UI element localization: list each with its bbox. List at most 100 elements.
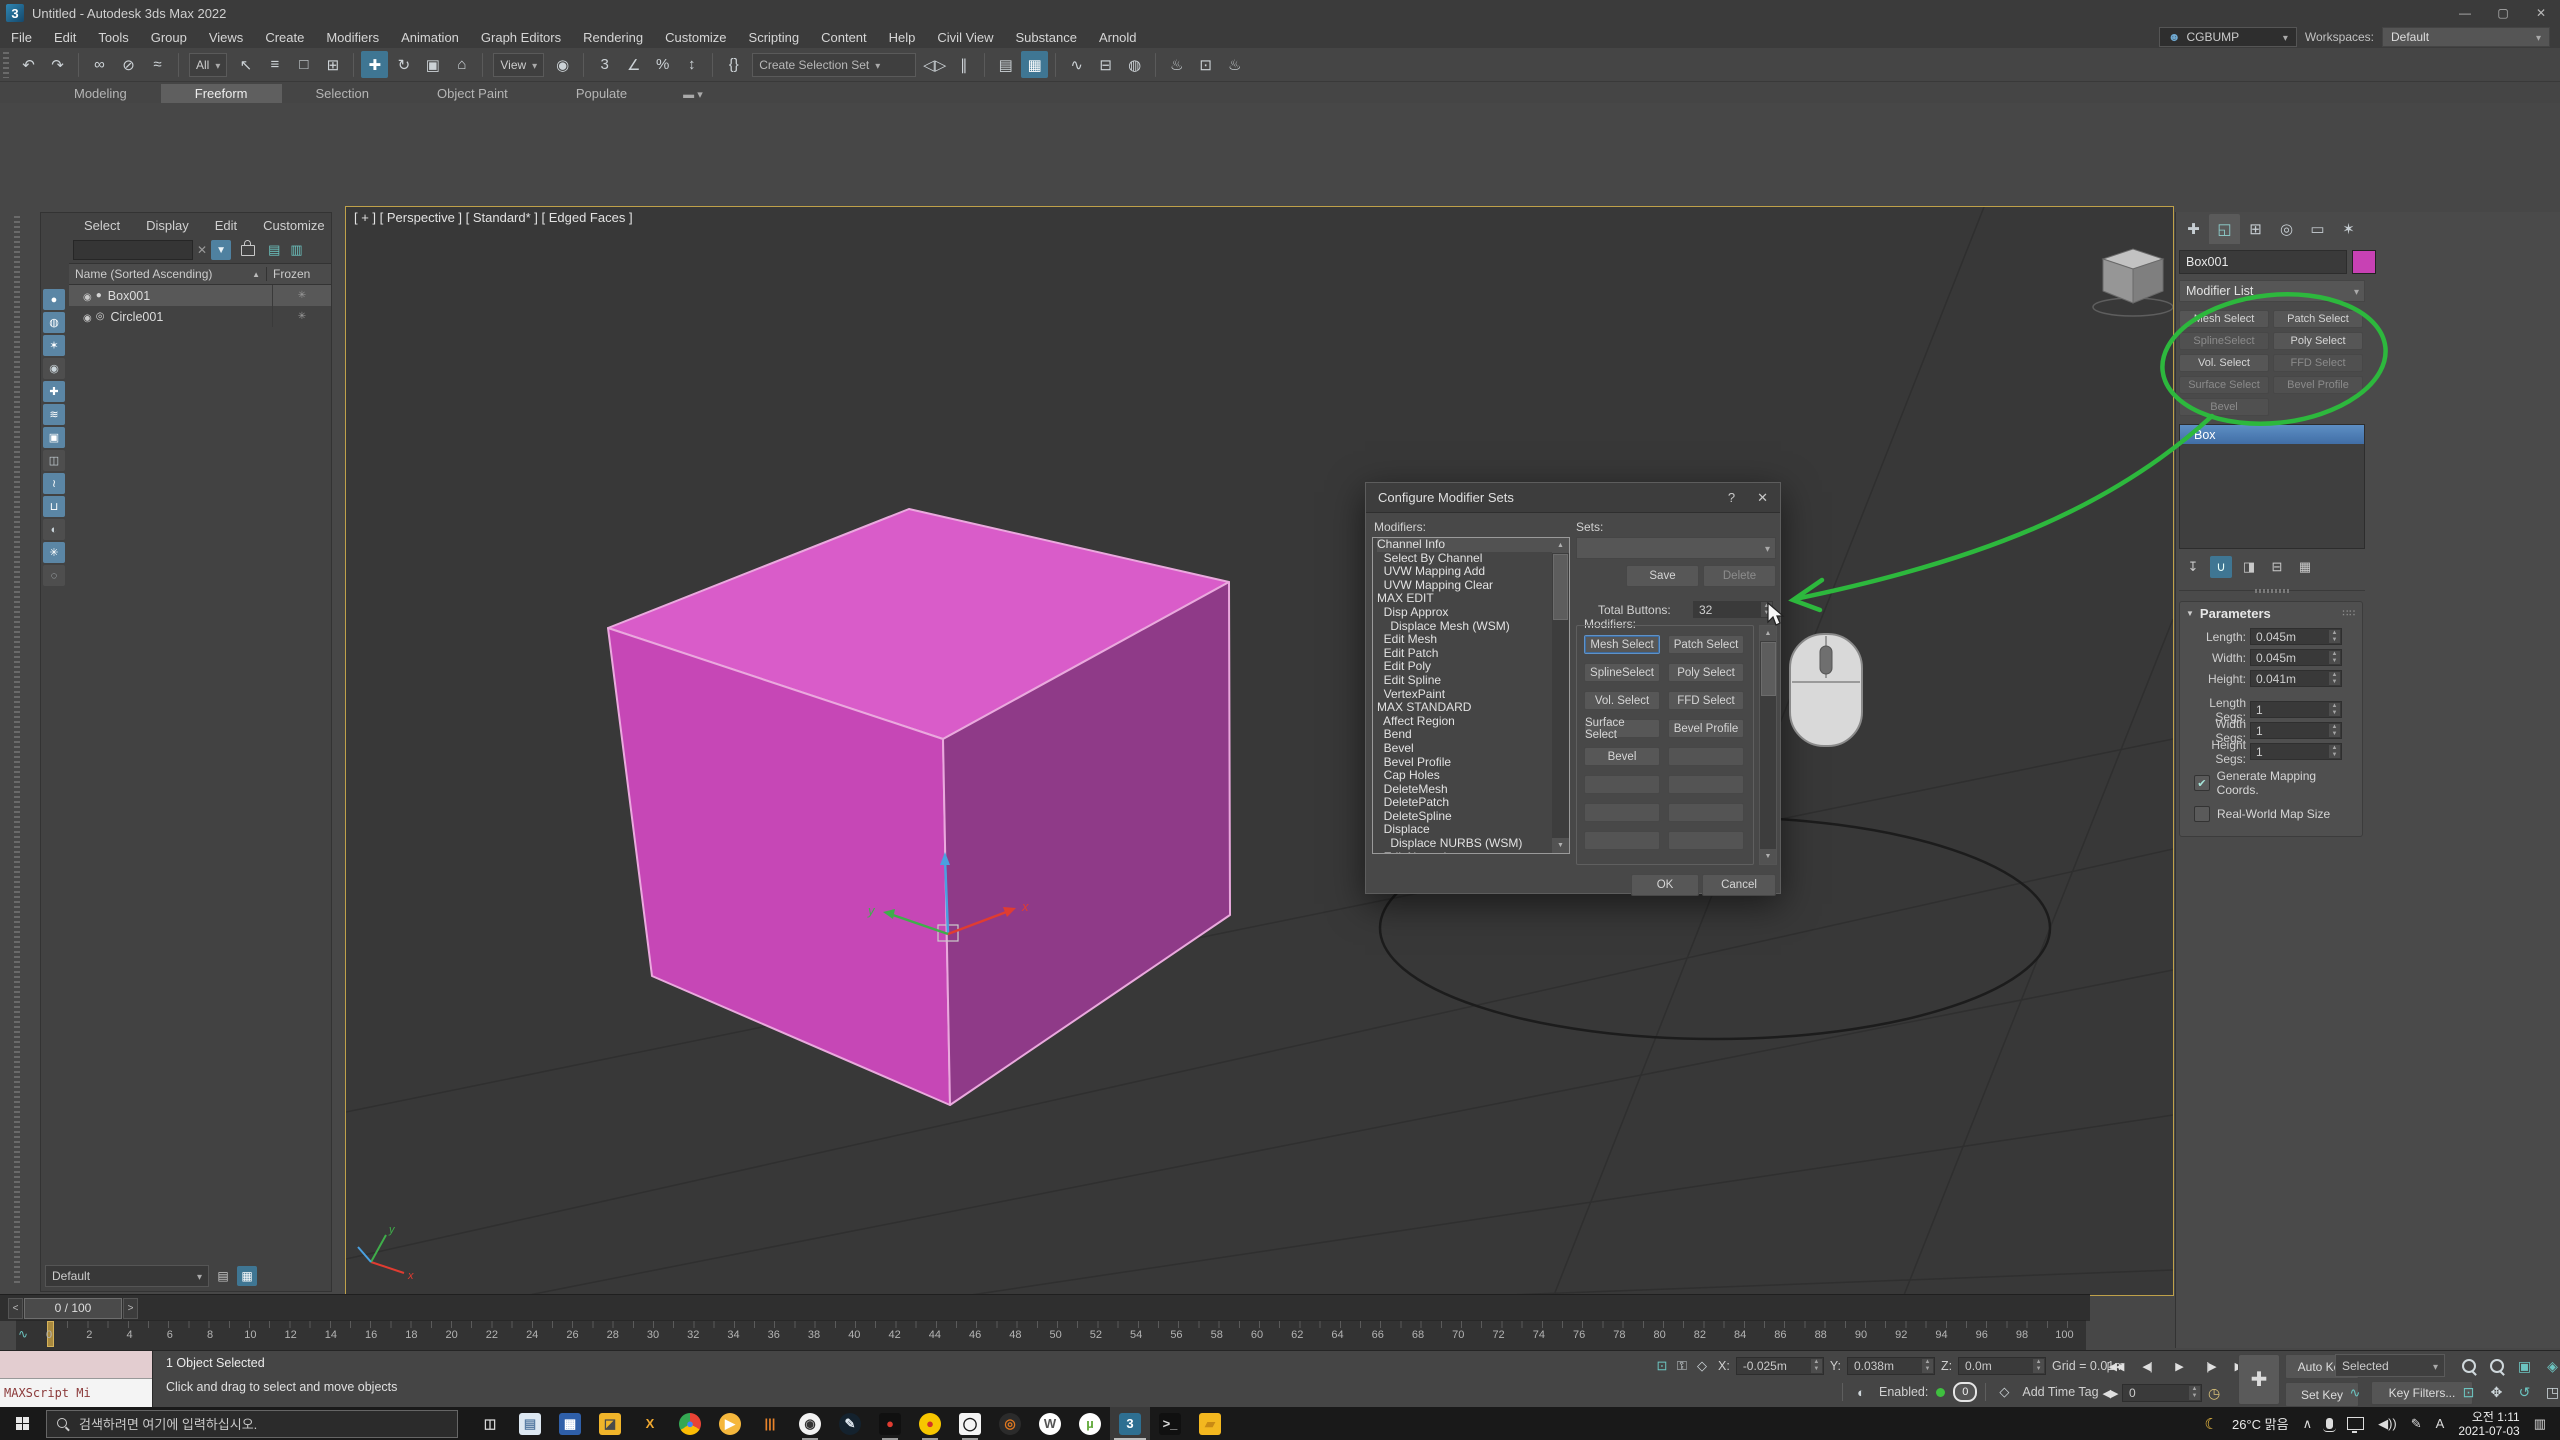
checkbox-row[interactable]: Real-World Map Size bbox=[2194, 806, 2358, 822]
modifier-slot-button[interactable] bbox=[1584, 775, 1660, 794]
viewport-label[interactable]: [ + ] [ Perspective ] [ Standard* ] [ Ed… bbox=[354, 210, 633, 225]
menu-item[interactable]: File bbox=[0, 30, 43, 45]
select-by-name-icon[interactable]: ≡ bbox=[261, 51, 288, 78]
toolbar-icon[interactable] bbox=[583, 53, 584, 77]
visibility-eye-icon[interactable] bbox=[69, 310, 96, 324]
total-buttons-field[interactable]: 32 bbox=[1693, 601, 1773, 618]
schematic-view-icon[interactable]: ⊟ bbox=[1092, 51, 1119, 78]
selection-filter-dropdown[interactable]: All bbox=[189, 53, 227, 77]
listener-label[interactable]: MAXScript Mi bbox=[0, 1379, 152, 1407]
make-unique-icon[interactable]: ◨ bbox=[2238, 556, 2260, 578]
toolbar-icon[interactable] bbox=[353, 53, 354, 77]
modifier-slot-button[interactable]: Surface Select bbox=[1584, 719, 1660, 738]
modifier-list-item[interactable]: Edit Poly bbox=[1377, 660, 1556, 674]
display-tab[interactable]: ▭ bbox=[2302, 214, 2333, 244]
material-editor-icon[interactable]: ◍ bbox=[1121, 51, 1148, 78]
modifier-slot-button[interactable]: Mesh Select bbox=[1584, 635, 1660, 654]
sets-dropdown[interactable] bbox=[1576, 537, 1776, 559]
recorder-app-icon[interactable]: ● bbox=[910, 1407, 950, 1440]
key-step-icon[interactable]: ◀▶ bbox=[2100, 1381, 2120, 1405]
curve-editor-icon[interactable]: ∿ bbox=[1063, 51, 1090, 78]
filter-xrefs-icon[interactable]: ◫ bbox=[43, 450, 65, 471]
menu-item[interactable]: Graph Editors bbox=[470, 30, 572, 45]
menu-item[interactable]: Scripting bbox=[738, 30, 811, 45]
time-configuration-icon[interactable]: ◷ bbox=[2208, 1385, 2220, 1402]
expand-tree-icon[interactable]: ▥ bbox=[290, 242, 302, 258]
calculator-icon[interactable]: ▦ bbox=[550, 1407, 590, 1440]
spinner-icon[interactable] bbox=[1811, 1359, 1822, 1373]
start-button[interactable] bbox=[0, 1407, 46, 1440]
filter-icon[interactable] bbox=[211, 240, 231, 260]
weather-text[interactable]: 26°C 맑음 bbox=[2232, 1414, 2289, 1433]
frozen-toggle-icon[interactable] bbox=[272, 306, 331, 327]
parameter-field[interactable]: 1 bbox=[2250, 701, 2342, 718]
align-icon[interactable]: ∥ bbox=[950, 51, 977, 78]
explorer-search-input[interactable] bbox=[73, 240, 193, 260]
modifier-slot-button[interactable]: Poly Select bbox=[1668, 663, 1744, 682]
set-keys-button[interactable]: ✚ bbox=[2238, 1354, 2280, 1405]
menu-item[interactable]: Substance bbox=[1005, 30, 1088, 45]
reference-coordinate-dropdown[interactable]: View bbox=[493, 53, 544, 77]
z-coordinate-field[interactable]: 0.0m bbox=[1958, 1357, 2046, 1375]
select-and-move-icon[interactable]: ✚ bbox=[361, 51, 388, 78]
clear-search-icon[interactable]: ✕ bbox=[197, 243, 207, 257]
zoom-extents-icon[interactable]: ▣ bbox=[2512, 1354, 2537, 1378]
pen-icon[interactable]: ✎ bbox=[2411, 1416, 2422, 1432]
modify-tab[interactable]: ◱ bbox=[2209, 214, 2240, 244]
ribbon-tab[interactable]: Object Paint bbox=[403, 84, 542, 103]
filter-cameras-icon[interactable]: ◉ bbox=[43, 358, 65, 379]
column-header-name[interactable]: Name (Sorted Ascending) bbox=[69, 267, 266, 281]
modifier-slot-button[interactable]: Bevel bbox=[1584, 747, 1660, 766]
modifier-slot-button[interactable] bbox=[1584, 831, 1660, 850]
modifier-list-item[interactable]: Bend bbox=[1377, 728, 1556, 742]
spinner-icon[interactable] bbox=[1922, 1359, 1933, 1373]
ribbon-tab[interactable]: Selection bbox=[282, 84, 403, 103]
play-icon[interactable]: ▶ bbox=[2164, 1354, 2194, 1378]
modifier-set-button[interactable]: Surface Select bbox=[2179, 376, 2269, 394]
xmind-icon[interactable]: X bbox=[630, 1407, 670, 1440]
modifier-list-item[interactable]: Edit Normals bbox=[1377, 851, 1556, 854]
listener-macro-line[interactable] bbox=[0, 1351, 152, 1379]
menu-item[interactable]: Modifiers bbox=[315, 30, 390, 45]
toolbar-icon[interactable] bbox=[1055, 53, 1056, 77]
modifier-list-item[interactable]: DeleteSpline bbox=[1377, 810, 1556, 824]
modifier-list-item[interactable]: Affect Region bbox=[1377, 715, 1556, 729]
visibility-eye-icon[interactable] bbox=[69, 289, 96, 303]
object-name-field[interactable]: Box001 bbox=[2179, 250, 2347, 274]
spinner-icon[interactable] bbox=[2329, 651, 2340, 664]
object-name[interactable]: Circle001 bbox=[110, 310, 272, 324]
help-icon[interactable]: ? bbox=[1728, 490, 1735, 506]
explorer-menu-item[interactable]: Edit bbox=[202, 218, 250, 233]
snap-toggle-3d-icon[interactable]: 3 bbox=[591, 51, 618, 78]
modifier-list-item[interactable]: Disp Approx bbox=[1377, 606, 1556, 620]
modifier-slot-button[interactable]: Vol. Select bbox=[1584, 691, 1660, 710]
scroll-down-icon[interactable]: ▼ bbox=[1760, 849, 1776, 864]
modifier-list-dropdown[interactable]: Modifier List bbox=[2179, 280, 2365, 302]
modifier-slot-button[interactable] bbox=[1668, 831, 1744, 850]
create-tab[interactable]: ✚ bbox=[2178, 214, 2209, 244]
mirror-icon[interactable]: ◁▷ bbox=[921, 51, 948, 78]
toolbar-icon[interactable] bbox=[712, 53, 713, 77]
select-and-rotate-icon[interactable]: ↻ bbox=[390, 51, 417, 78]
modifier-set-button[interactable]: Poly Select bbox=[2273, 332, 2363, 350]
angle-snap-icon[interactable]: ∠ bbox=[620, 51, 647, 78]
scroll-thumb[interactable] bbox=[1761, 642, 1776, 696]
taskbar-search[interactable]: 검색하려면 여기에 입력하십시오. bbox=[46, 1410, 458, 1438]
pen-app-icon[interactable]: ✎ bbox=[830, 1407, 870, 1440]
undo-icon[interactable]: ↶ bbox=[15, 51, 42, 78]
explorer-dock-handle[interactable] bbox=[14, 216, 20, 1286]
percent-snap-icon[interactable]: % bbox=[649, 51, 676, 78]
scroll-thumb[interactable] bbox=[1553, 554, 1568, 620]
spinner-icon[interactable] bbox=[2033, 1359, 2044, 1373]
ok-button[interactable]: OK bbox=[1631, 874, 1699, 896]
explorer-menu-item[interactable]: Select bbox=[71, 218, 133, 233]
menu-item[interactable]: Civil View bbox=[926, 30, 1004, 45]
modifier-list-item[interactable]: Displace NURBS (WSM) bbox=[1377, 837, 1556, 851]
filter-hidden-icon[interactable]: ◌ bbox=[43, 565, 65, 586]
zoom-all-icon[interactable] bbox=[2484, 1354, 2509, 1378]
ring-app-icon[interactable]: ◎ bbox=[990, 1407, 1030, 1440]
modifier-list-item[interactable]: Cap Holes bbox=[1377, 769, 1556, 783]
redo-icon[interactable]: ↷ bbox=[44, 51, 71, 78]
parameter-field[interactable]: 1 bbox=[2250, 722, 2342, 739]
checkbox-row[interactable]: Generate Mapping Coords. bbox=[2194, 769, 2358, 797]
